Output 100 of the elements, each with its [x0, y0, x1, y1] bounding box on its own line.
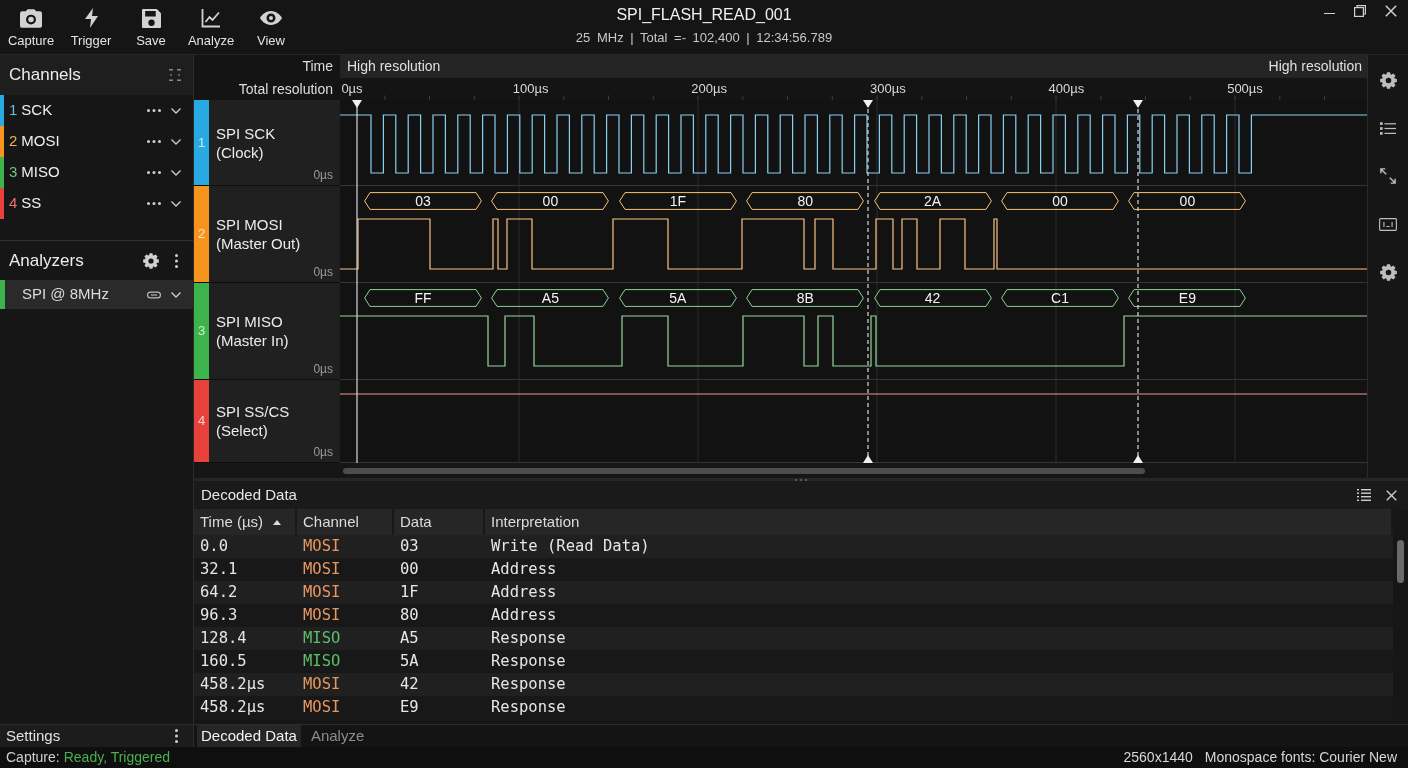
- channel-name[interactable]: MOSI: [21, 130, 60, 153]
- decoded-byte: 42: [873, 289, 992, 307]
- more-icon[interactable]: [147, 171, 161, 174]
- diagonal-arrows-icon[interactable]: [1380, 168, 1396, 184]
- table-cell-text: 64.2: [199, 582, 239, 603]
- table-cell-text: 160.5: [199, 651, 248, 672]
- chevron-down-icon[interactable]: [171, 200, 181, 207]
- table-cell-text: MOSI: [302, 605, 342, 626]
- table-cell-text: 458.2µs: [199, 697, 267, 718]
- toolbar-button[interactable]: Analyze: [181, 0, 241, 54]
- table-cell-text: 1F: [399, 582, 420, 603]
- decoded-byte: 80: [746, 192, 865, 210]
- table-cell-text: Response: [490, 697, 567, 718]
- more-icon[interactable]: [147, 140, 161, 143]
- column-header[interactable]: Interpretation: [485, 509, 1393, 535]
- channel-number: 4: [9, 193, 18, 214]
- table-cell-text: Write (Read Data): [490, 536, 651, 557]
- list-icon[interactable]: [1380, 121, 1396, 135]
- toolbar-button[interactable]: Trigger: [61, 0, 121, 54]
- decoded-byte: E9: [1128, 289, 1247, 307]
- column-header[interactable]: Channel: [297, 509, 394, 535]
- close-icon[interactable]: [1386, 489, 1397, 501]
- list-icon[interactable]: [1357, 489, 1371, 501]
- vertical-scrollbar[interactable]: [1397, 540, 1404, 583]
- minimize-icon[interactable]: [1324, 12, 1335, 15]
- more-icon[interactable]: [147, 202, 161, 205]
- chevron-down-icon[interactable]: [171, 138, 181, 145]
- decoded-byte: A5: [491, 289, 610, 307]
- table-cell-text: MOSI: [302, 674, 342, 695]
- restore-icon[interactable]: [1354, 5, 1366, 17]
- table-cell-text: 42: [399, 674, 420, 695]
- close-icon[interactable]: [1385, 5, 1397, 17]
- chevron-down-icon[interactable]: [171, 169, 181, 176]
- drag-handle-icon[interactable]: [169, 69, 181, 81]
- channel-name[interactable]: MISO: [21, 161, 60, 184]
- offset-label: 0µs: [313, 445, 333, 461]
- table-cell-text: E9: [399, 697, 420, 718]
- time-mode-label: High resolution: [347, 57, 441, 76]
- time-mode-label: High resolution: [1268, 57, 1362, 76]
- more-icon[interactable]: [147, 109, 161, 112]
- frame-icon[interactable]: [1379, 217, 1397, 231]
- channel-description: (Clock): [216, 142, 265, 162]
- decoded-byte: FF: [364, 289, 482, 307]
- panel-title: Channels: [9, 64, 81, 87]
- decoded-byte: 5A: [618, 289, 737, 307]
- decoded-byte: 03: [364, 192, 482, 210]
- table-cell-text: 32.1: [199, 559, 239, 580]
- tab[interactable]: Decoded Data: [197, 725, 301, 747]
- table-cell-text: 00: [399, 559, 420, 580]
- channel-name[interactable]: SS: [21, 192, 42, 215]
- channel-number: 3: [9, 162, 18, 183]
- settings-icon[interactable]: [1379, 263, 1397, 281]
- chevron-down-icon[interactable]: [171, 291, 181, 298]
- sort-ascending-icon: [273, 519, 281, 525]
- channel-description: (Master Out): [216, 234, 302, 253]
- settings-icon[interactable]: [1379, 71, 1397, 89]
- axis-label: Time: [301, 57, 334, 76]
- panel-title: Analyzers: [9, 249, 84, 272]
- offset-label: 0µs: [313, 265, 333, 281]
- toolbar-button[interactable]: Save: [121, 0, 181, 54]
- eye-icon: [260, 11, 282, 25]
- decoded-byte: 1F: [618, 192, 737, 210]
- channel-number: 2: [9, 131, 18, 152]
- decoded-byte: 00: [1128, 192, 1247, 210]
- resize-handle-icon[interactable]: [795, 478, 807, 481]
- tab[interactable]: Analyze: [306, 725, 369, 747]
- offset-label: 0µs: [313, 168, 333, 184]
- channel-label: SPI MISO: [216, 312, 284, 331]
- decoded-byte: 00: [1001, 192, 1119, 210]
- settings-icon[interactable]: [143, 252, 159, 269]
- chevron-down-icon[interactable]: [171, 107, 181, 114]
- axis-tick-label: 200µs: [691, 81, 728, 97]
- offset-label: 0µs: [313, 362, 333, 378]
- more-vertical-icon[interactable]: [175, 729, 178, 743]
- table-cell-text: 458.2µs: [199, 674, 267, 695]
- table-cell-text: Response: [490, 674, 567, 695]
- axis-tick-label: 400µs: [1048, 81, 1085, 97]
- channel-description: (Master In): [216, 331, 290, 350]
- link-icon[interactable]: [147, 290, 161, 299]
- axis-tick-label: 500µs: [1227, 81, 1263, 97]
- column-header[interactable]: Data: [394, 509, 485, 535]
- toolbar-button[interactable]: View: [241, 0, 301, 54]
- column-header[interactable]: Time (µs): [194, 509, 297, 535]
- camera-icon: [20, 8, 42, 28]
- toolbar-button[interactable]: Capture: [1, 0, 61, 54]
- channel-description: (Select): [216, 421, 269, 440]
- horizontal-scrollbar[interactable]: [343, 467, 1145, 474]
- table-cell-text: MOSI: [302, 536, 342, 557]
- channel-label: SPI SS/CS: [216, 402, 291, 421]
- lightning-icon: [84, 8, 98, 28]
- channel-name[interactable]: SCK: [21, 99, 53, 122]
- axis-tick-label: 0µs: [341, 81, 363, 97]
- axis-tick-label: 100µs: [512, 81, 549, 97]
- font-info: Monospace fonts: Courier New: [1204, 748, 1397, 767]
- table-cell-text: Address: [490, 605, 558, 626]
- decoded-byte: 8B: [746, 289, 865, 307]
- window-subtitle: 25 MHz | Total =- 102,400 | 12:34:56.789: [575, 30, 833, 46]
- more-vertical-icon[interactable]: [175, 253, 178, 268]
- table-cell-text: 80: [399, 605, 420, 626]
- table-cell-text: MOSI: [302, 559, 342, 580]
